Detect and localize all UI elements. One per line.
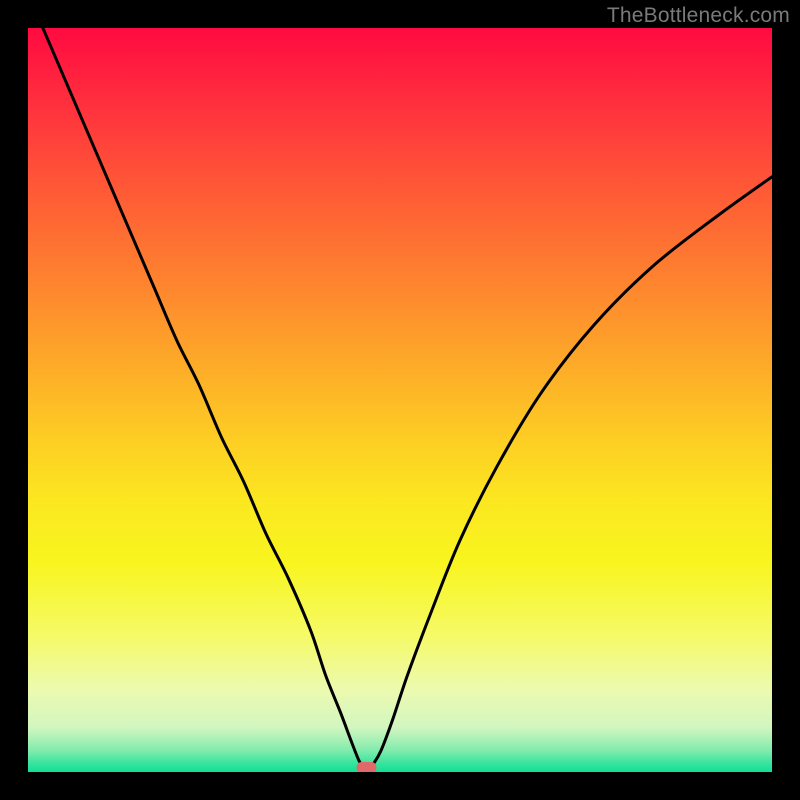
watermark-text: TheBottleneck.com — [607, 4, 790, 28]
chart-svg — [28, 28, 772, 772]
bottleneck-curve — [43, 28, 772, 769]
optimal-point-marker — [357, 762, 377, 772]
bottleneck-chart — [28, 28, 772, 772]
